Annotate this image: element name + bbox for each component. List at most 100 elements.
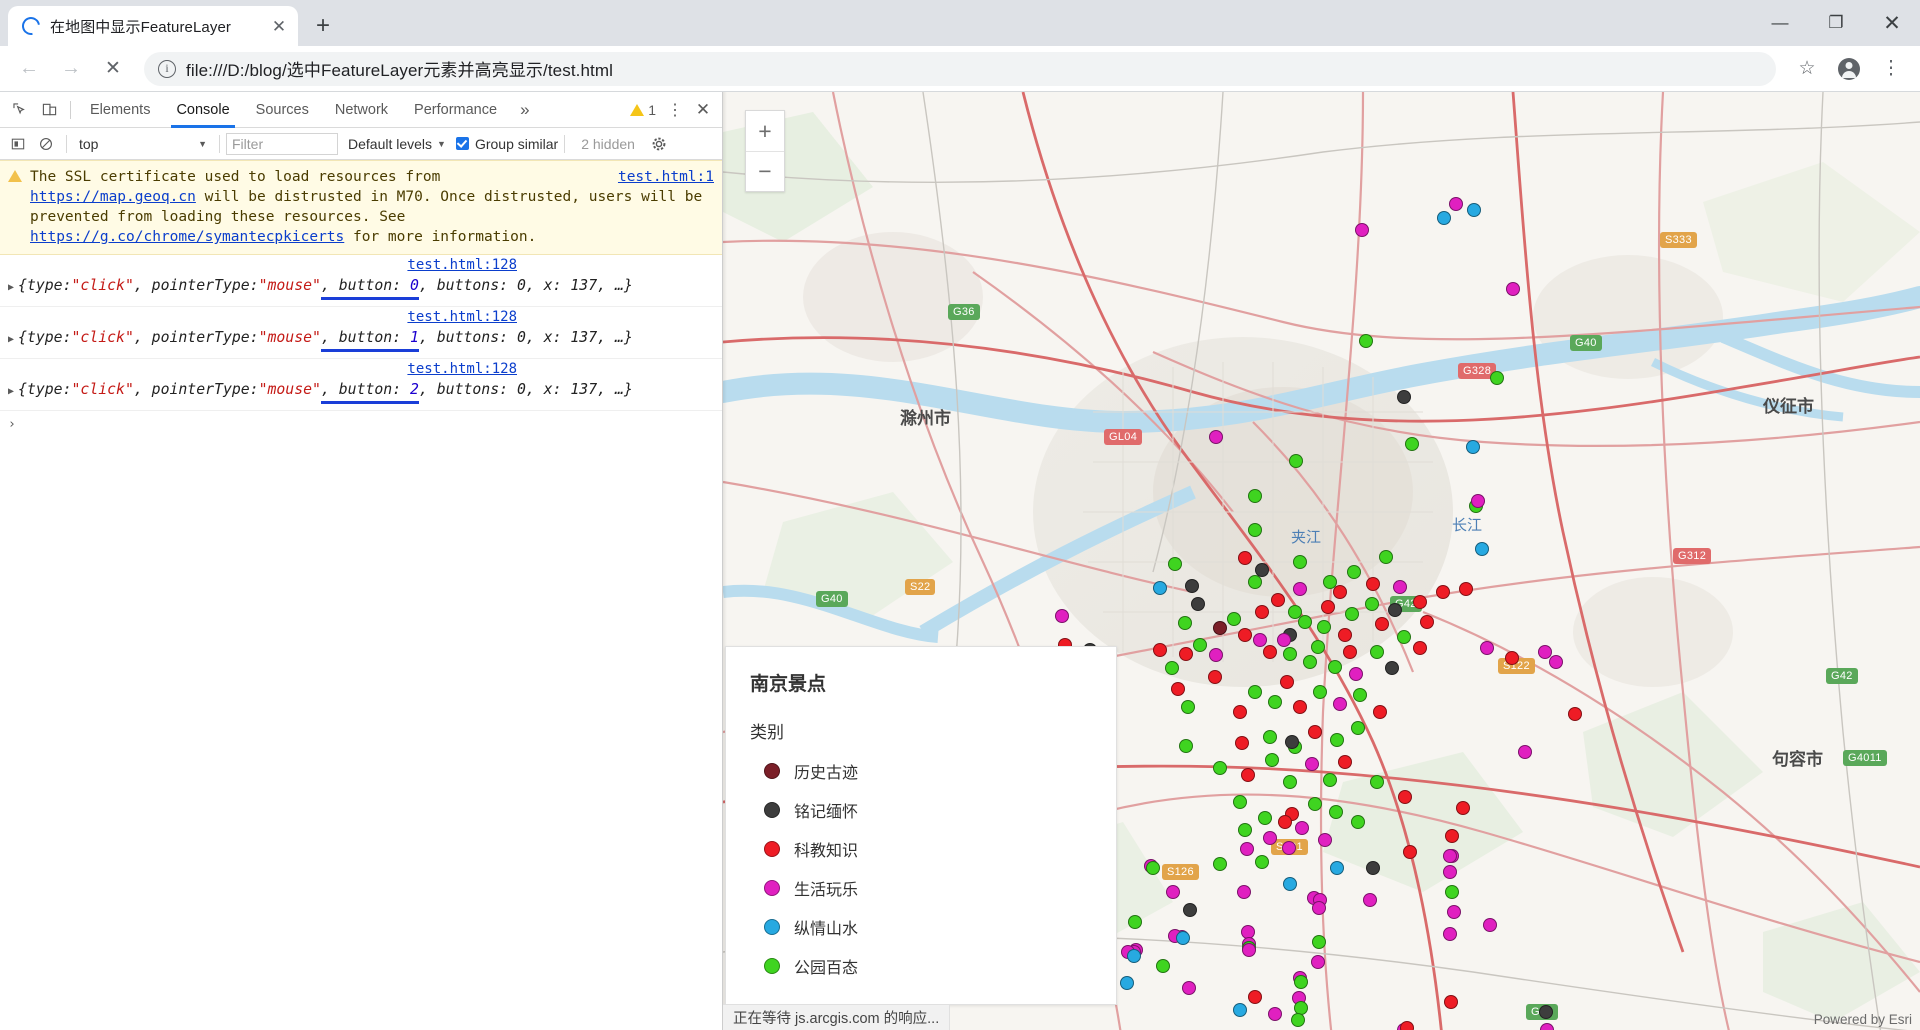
map-point-marker[interactable] (1445, 885, 1459, 899)
map-point-marker[interactable] (1330, 733, 1344, 747)
map-point-marker[interactable] (1258, 811, 1272, 825)
device-toolbar-icon[interactable] (34, 95, 64, 125)
map-point-marker[interactable] (1359, 334, 1373, 348)
log-object-preview[interactable]: ▶{type: "click", pointerType: "mouse", b… (8, 276, 714, 300)
map-point-marker[interactable] (1313, 685, 1327, 699)
map-point-marker[interactable] (1237, 885, 1251, 899)
maximize-icon[interactable]: ❐ (1808, 0, 1864, 46)
map-point-marker[interactable] (1318, 833, 1332, 847)
map-point-marker[interactable] (1343, 645, 1357, 659)
new-tab-button[interactable]: + (306, 9, 340, 43)
map-point-marker[interactable] (1263, 831, 1277, 845)
map-point-marker[interactable] (1213, 621, 1227, 635)
map-point-marker[interactable] (1248, 685, 1262, 699)
map-point-marker[interactable] (1294, 975, 1308, 989)
map-point-marker[interactable] (1153, 581, 1167, 595)
map-point-marker[interactable] (1347, 565, 1361, 579)
map-point-marker[interactable] (1181, 700, 1195, 714)
map-point-marker[interactable] (1248, 575, 1262, 589)
map-point-marker[interactable] (1323, 773, 1337, 787)
map-point-marker[interactable] (1268, 695, 1282, 709)
console-log-message[interactable]: test.html:128 ▶{type: "click", pointerTy… (0, 359, 722, 411)
map-view[interactable]: 滁州市 仪征市 扬州 镇江 句容市 市 夹江 长江 + − 南京景点 类别 历史… (723, 92, 1920, 1030)
map-point-marker[interactable] (1278, 815, 1292, 829)
map-point-marker[interactable] (1363, 893, 1377, 907)
map-point-marker[interactable] (1291, 1013, 1305, 1027)
map-point-marker[interactable] (1191, 597, 1205, 611)
map-point-marker[interactable] (1436, 585, 1450, 599)
clear-console-icon[interactable] (32, 130, 60, 158)
map-point-marker[interactable] (1238, 628, 1252, 642)
console-warning-message[interactable]: test.html:1 The SSL certificate used to l… (0, 160, 722, 255)
map-point-marker[interactable] (1289, 454, 1303, 468)
map-point-marker[interactable] (1321, 600, 1335, 614)
tab-sources[interactable]: Sources (243, 92, 322, 128)
map-point-marker[interactable] (1375, 617, 1389, 631)
devtools-menu-icon[interactable]: ⋮ (662, 97, 688, 123)
map-point-marker[interactable] (1456, 801, 1470, 815)
map-point-marker[interactable] (1253, 633, 1267, 647)
geoq-link[interactable]: https://map.geoq.cn (30, 189, 196, 205)
map-point-marker[interactable] (1248, 990, 1262, 1004)
map-point-marker[interactable] (1403, 845, 1417, 859)
tab-network[interactable]: Network (322, 92, 401, 128)
map-point-marker[interactable] (1146, 861, 1160, 875)
map-point-marker[interactable] (1293, 700, 1307, 714)
map-point-marker[interactable] (1128, 915, 1142, 929)
map-point-marker[interactable] (1179, 739, 1193, 753)
tab-console[interactable]: Console (163, 92, 242, 128)
expand-arrow-icon[interactable]: ▶ (8, 330, 14, 350)
map-point-marker[interactable] (1490, 371, 1504, 385)
map-point-marker[interactable] (1263, 730, 1277, 744)
log-object-preview[interactable]: ▶{type: "click", pointerType: "mouse", b… (8, 328, 714, 352)
map-point-marker[interactable] (1329, 805, 1343, 819)
map-point-marker[interactable] (1283, 775, 1297, 789)
map-point-marker[interactable] (1400, 1021, 1414, 1030)
map-point-marker[interactable] (1467, 203, 1481, 217)
map-point-marker[interactable] (1413, 595, 1427, 609)
message-source-link[interactable]: test.html:128 (407, 361, 517, 377)
log-levels-dropdown[interactable]: Default levels ▼ (338, 136, 456, 152)
map-point-marker[interactable] (1330, 861, 1344, 875)
window-close-icon[interactable]: ✕ (1864, 0, 1920, 46)
map-point-marker[interactable] (1459, 582, 1473, 596)
map-point-marker[interactable] (1179, 647, 1193, 661)
map-point-marker[interactable] (1398, 790, 1412, 804)
map-point-marker[interactable] (1283, 877, 1297, 891)
map-point-marker[interactable] (1280, 675, 1294, 689)
page-info-icon[interactable]: i (158, 59, 176, 78)
map-point-marker[interactable] (1235, 736, 1249, 750)
more-tabs-icon[interactable]: » (510, 92, 539, 128)
map-point-marker[interactable] (1268, 1007, 1282, 1021)
map-point-marker[interactable] (1483, 918, 1497, 932)
map-point-marker[interactable] (1255, 855, 1269, 869)
map-point-marker[interactable] (1420, 615, 1434, 629)
minimize-icon[interactable]: — (1752, 0, 1808, 46)
map-point-marker[interactable] (1298, 615, 1312, 629)
zoom-in-button[interactable]: + (746, 111, 784, 151)
console-log-message[interactable]: test.html:128 ▶{type: "click", pointerTy… (0, 307, 722, 359)
map-point-marker[interactable] (1405, 437, 1419, 451)
map-point-marker[interactable] (1277, 633, 1291, 647)
map-point-marker[interactable] (1443, 849, 1457, 863)
map-point-marker[interactable] (1153, 643, 1167, 657)
map-point-marker[interactable] (1213, 761, 1227, 775)
map-point-marker[interactable] (1447, 905, 1461, 919)
console-filter-input[interactable]: Filter (226, 132, 338, 155)
back-icon[interactable]: ← (10, 50, 48, 88)
map-point-marker[interactable] (1255, 563, 1269, 577)
map-point-marker[interactable] (1505, 651, 1519, 665)
map-point-marker[interactable] (1443, 865, 1457, 879)
message-source-link[interactable]: test.html:128 (407, 257, 517, 273)
message-source-link[interactable]: test.html:1 (618, 167, 714, 187)
map-point-marker[interactable] (1338, 755, 1352, 769)
map-point-marker[interactable] (1351, 721, 1365, 735)
map-point-marker[interactable] (1333, 697, 1347, 711)
map-point-marker[interactable] (1349, 667, 1363, 681)
expand-arrow-icon[interactable]: ▶ (8, 278, 14, 298)
close-icon[interactable]: ✕ (268, 15, 290, 37)
map-point-marker[interactable] (1282, 841, 1296, 855)
map-point-marker[interactable] (1353, 688, 1367, 702)
console-prompt[interactable]: › (0, 411, 722, 438)
map-point-marker[interactable] (1176, 931, 1190, 945)
